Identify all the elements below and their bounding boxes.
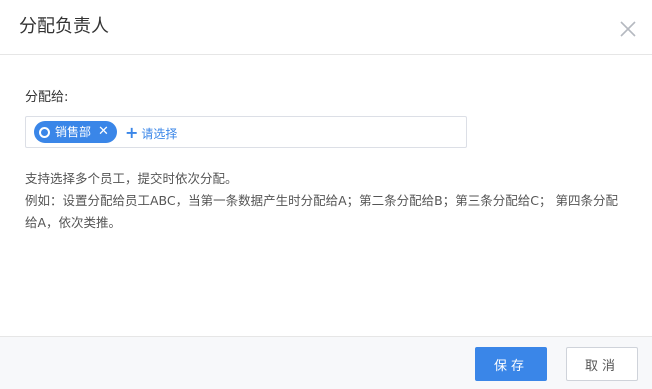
save-button[interactable]: 保存 [475,347,547,381]
assignee-selector[interactable]: 销售部 ✕ + 请选择 [25,116,467,148]
dialog-body: 分配给: 销售部 ✕ + 请选择 支持选择多个员工，提交时依次分配。 例如：设置… [0,56,652,336]
add-assignee-button[interactable]: + 请选择 [125,122,177,144]
assignee-tag: 销售部 ✕ [34,121,117,143]
help-line-1: 支持选择多个员工，提交时依次分配。 [25,171,238,186]
close-icon[interactable] [616,17,640,41]
plus-icon: + [125,123,139,142]
assignee-tag-label: 销售部 [55,125,92,139]
circle-icon [39,126,50,138]
dialog-header: 分配负责人 [0,0,652,55]
assign-to-label: 分配给: [25,90,69,105]
assign-owner-dialog: 分配负责人 分配给: 销售部 ✕ + 请选择 支持选择多个员工，提交时依次分配。… [0,0,652,389]
add-assignee-label: 请选择 [141,126,178,141]
dialog-title: 分配负责人 [19,16,109,37]
help-text: 支持选择多个员工，提交时依次分配。 例如：设置分配给员工ABC，当第一条数据产生… [25,168,627,234]
cancel-button[interactable]: 取消 [566,347,638,381]
remove-tag-icon[interactable]: ✕ [98,121,109,143]
help-line-2: 例如：设置分配给员工ABC，当第一条数据产生时分配给A；第二条分配给B；第三条分… [25,193,618,230]
dialog-footer: 保存 取消 [0,336,652,389]
